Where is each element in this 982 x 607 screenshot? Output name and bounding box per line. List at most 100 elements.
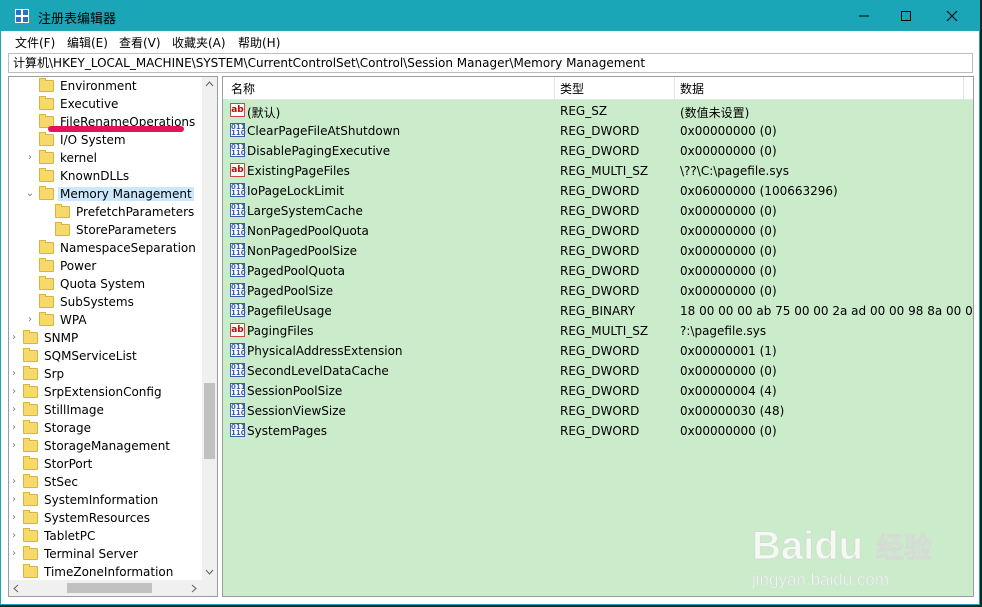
value-row[interactable]: ab ExistingPageFiles REG_MULTI_SZ \??\C:\pa… [223, 161, 973, 181]
tree-item-storport[interactable]: StorPort [9, 455, 94, 473]
maximize-button[interactable] [883, 1, 929, 31]
chevron-right-icon[interactable]: › [9, 405, 19, 415]
column-header-name[interactable]: 名称 [231, 80, 255, 97]
folder-icon [39, 240, 54, 254]
title-bar[interactable]: 注册表编辑器 [1, 1, 979, 31]
tree-item-storeparameters[interactable]: StoreParameters [41, 221, 178, 239]
value-row[interactable]: 011 110 DisablePagingExecutive REG_DWORD 0x0… [223, 141, 973, 161]
menu-edit[interactable]: 编辑(E) [67, 34, 108, 51]
binary-value-icon: 011 110 [230, 123, 246, 137]
column-header-data[interactable]: 数据 [680, 80, 704, 97]
column-divider[interactable] [674, 77, 675, 99]
value-row[interactable]: 011 110 NonPagedPoolQuota REG_DWORD 0x000000… [223, 221, 973, 241]
value-row[interactable]: ab (默认) REG_SZ (数值未设置) [223, 101, 973, 121]
value-row[interactable]: 011 110 SecondLevelDataCache REG_DWORD 0x000… [223, 361, 973, 381]
registry-editor-window: 注册表编辑器 文件(F) 编辑(E) 查看(V) 收藏夹(A) 帮助(H) 计算… [0, 0, 980, 605]
scroll-up-icon[interactable] [205, 81, 214, 87]
tree-item-prefetchparameters[interactable]: PrefetchParameters [41, 203, 196, 221]
value-row[interactable]: 011 110 SessionViewSize REG_DWORD 0x00000030… [223, 401, 973, 421]
folder-icon [39, 276, 54, 290]
folder-icon [23, 546, 38, 560]
chevron-right-icon[interactable]: › [25, 315, 35, 325]
tree-item-executive[interactable]: Executive [25, 95, 120, 113]
address-bar[interactable]: 计算机\HKEY_LOCAL_MACHINE\SYSTEM\CurrentCon… [8, 53, 973, 73]
menu-file[interactable]: 文件(F) [15, 34, 55, 51]
value-row[interactable]: 011 110 PagedPoolSize REG_DWORD 0x00000000 (… [223, 281, 973, 301]
chevron-right-icon[interactable]: › [9, 423, 19, 433]
tree-item-environment[interactable]: Environment [25, 77, 139, 95]
value-row[interactable]: 011 110 IoPageLockLimit REG_DWORD 0x06000000… [223, 181, 973, 201]
scroll-down-icon[interactable] [205, 569, 214, 575]
chevron-right-icon[interactable]: › [9, 333, 19, 343]
chevron-right-icon[interactable]: › [9, 369, 19, 379]
key-tree-pane[interactable]: Environment Executive FileRenameOperatio… [8, 76, 218, 597]
binary-value-icon: 011 110 [230, 343, 246, 357]
chevron-right-icon[interactable]: › [9, 513, 19, 523]
tree-item-terminal-server[interactable]: › Terminal Server [9, 545, 140, 563]
maximize-icon [901, 11, 911, 21]
tree-item-subsystems[interactable]: SubSystems [25, 293, 136, 311]
watermark-cn: 经验 [876, 531, 932, 564]
column-header-type[interactable]: 类型 [560, 80, 584, 97]
folder-icon [23, 510, 38, 524]
tree-item-namespaceseparation[interactable]: NamespaceSeparation [25, 239, 198, 257]
tree-horizontal-scrollbar[interactable] [9, 580, 202, 596]
chevron-right-icon[interactable]: › [25, 153, 35, 163]
folder-icon [39, 96, 54, 110]
tree-item-stsec[interactable]: › StSec [9, 473, 80, 491]
chevron-right-icon[interactable]: › [9, 495, 19, 505]
folder-icon [39, 258, 54, 272]
value-row[interactable]: 011 110 PagedPoolQuota REG_DWORD 0x00000000 … [223, 261, 973, 281]
chevron-right-icon[interactable]: › [9, 549, 19, 559]
tree-item-systemresources[interactable]: › SystemResources [9, 509, 152, 527]
tree-item-memory-management[interactable]: ⌄ Memory Management [25, 185, 194, 203]
scroll-left-icon[interactable] [13, 584, 19, 593]
value-row[interactable]: 011 110 ClearPageFileAtShutdown REG_DWORD 0x… [223, 121, 973, 141]
baidu-jingyan-watermark: Baidu 经验 jingyan.baidu.com [751, 524, 933, 590]
tree-vertical-scroll-thumb[interactable] [204, 383, 215, 459]
tree-item-knowndlls[interactable]: KnownDLLs [25, 167, 131, 185]
tree-item-storagemanagement[interactable]: › StorageManagement [9, 437, 172, 455]
tree-item-stillimage[interactable]: › StillImage [9, 401, 106, 419]
tree-item-wpa[interactable]: › WPA [25, 311, 89, 329]
value-row[interactable]: ab PagingFiles REG_MULTI_SZ ?:\pagefile.sys [223, 321, 973, 341]
value-row[interactable]: 011 110 SystemPages REG_DWORD 0x00000000 (0) [223, 421, 973, 441]
tree-item-kernel[interactable]: › kernel [25, 149, 99, 167]
menu-favorites[interactable]: 收藏夹(A) [172, 34, 226, 51]
tree-item-sqmservicelist[interactable]: SQMServiceList [9, 347, 139, 365]
chevron-right-icon[interactable]: › [9, 531, 19, 541]
column-divider[interactable] [554, 77, 555, 99]
tree-item-power[interactable]: Power [25, 257, 98, 275]
binary-value-icon: 011 110 [230, 423, 246, 437]
value-row[interactable]: 011 110 PagefileUsage REG_BINARY 18 00 00 00… [223, 301, 973, 321]
tree-item-storage[interactable]: › Storage [9, 419, 93, 437]
close-button[interactable] [929, 1, 975, 31]
tree-item-systeminformation[interactable]: › SystemInformation [9, 491, 160, 509]
menu-help[interactable]: 帮助(H) [238, 34, 280, 51]
menu-view[interactable]: 查看(V) [119, 34, 161, 51]
chevron-right-icon[interactable]: › [9, 477, 19, 487]
chevron-right-icon[interactable]: › [9, 387, 19, 397]
value-row[interactable]: 011 110 NonPagedPoolSize REG_DWORD 0x0000000… [223, 241, 973, 261]
tree-item-snmp[interactable]: › SNMP [9, 329, 80, 347]
minimize-button[interactable] [841, 1, 887, 31]
tree-item-io-system[interactable]: I/O System [25, 131, 128, 149]
folder-icon [23, 492, 38, 506]
value-row[interactable]: 011 110 LargeSystemCache REG_DWORD 0x0000000… [223, 201, 973, 221]
tree-item-tabletpc[interactable]: › TabletPC [9, 527, 97, 545]
folder-open-icon [39, 186, 54, 200]
binary-value-icon: 011 110 [230, 143, 246, 157]
chevron-right-icon[interactable]: › [9, 441, 19, 451]
binary-value-icon: 011 110 [230, 203, 246, 217]
tree-item-srp[interactable]: › Srp [9, 365, 66, 383]
tree-item-srpextensionconfig[interactable]: › SrpExtensionConfig [9, 383, 164, 401]
tree-item-quota-system[interactable]: Quota System [25, 275, 147, 293]
chevron-down-icon[interactable]: ⌄ [25, 189, 35, 199]
tree-vertical-scrollbar[interactable] [202, 77, 217, 580]
scroll-right-icon[interactable] [191, 584, 197, 593]
column-divider[interactable] [963, 77, 964, 99]
tree-item-timezoneinformation[interactable]: TimeZoneInformation [9, 563, 175, 581]
tree-horizontal-scroll-thumb[interactable] [67, 583, 152, 593]
value-row[interactable]: 011 110 PhysicalAddressExtension REG_DWORD 0… [223, 341, 973, 361]
value-row[interactable]: 011 110 SessionPoolSize REG_DWORD 0x00000004… [223, 381, 973, 401]
